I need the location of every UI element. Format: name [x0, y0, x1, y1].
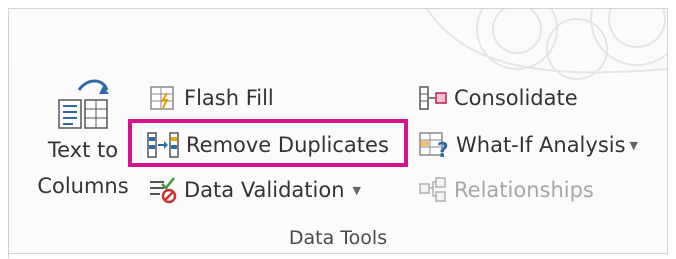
data-validation-icon [148, 176, 178, 204]
relationships-button[interactable]: Relationships [418, 176, 594, 204]
consolidate-label: Consolidate [454, 86, 578, 110]
remove-duplicates-highlight [128, 119, 408, 167]
ribbon-group-label: Data Tools [288, 227, 388, 249]
what-if-analysis-button[interactable]: ? What-If Analysis ▼ [418, 131, 638, 159]
data-validation-button[interactable]: Data Validation ▼ [148, 176, 361, 204]
svg-text:?: ? [437, 138, 449, 159]
flash-fill-button[interactable]: Flash Fill [148, 85, 274, 111]
consolidate-icon [418, 85, 448, 111]
what-if-analysis-icon: ? [418, 131, 452, 159]
text-to-columns-label-line1: Text to [47, 138, 119, 162]
what-if-analysis-label: What-If Analysis [456, 133, 626, 157]
flash-fill-label: Flash Fill [184, 86, 274, 110]
text-to-columns-label-line2: Columns [37, 174, 129, 198]
relationships-icon [418, 176, 448, 204]
text-to-columns-button[interactable]: Text to Columns [30, 76, 136, 198]
flash-fill-icon [148, 85, 178, 111]
text-to-columns-icon [53, 76, 113, 134]
what-if-analysis-dropdown-icon[interactable]: ▼ [630, 139, 638, 152]
consolidate-button[interactable]: Consolidate [418, 85, 578, 111]
data-validation-dropdown-icon[interactable]: ▼ [353, 184, 361, 197]
relationships-label: Relationships [454, 178, 594, 202]
data-validation-label: Data Validation [184, 178, 345, 202]
